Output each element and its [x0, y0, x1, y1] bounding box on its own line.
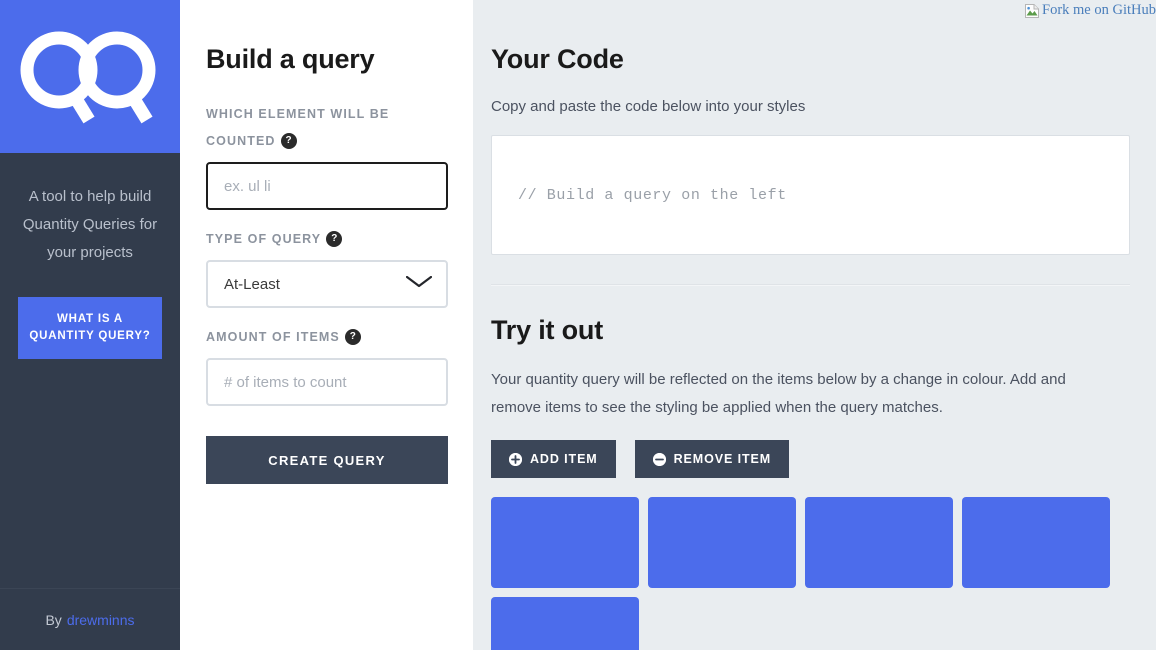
sidebar-footer: By drewminns	[0, 588, 180, 650]
code-output-text: // Build a query on the left	[518, 186, 787, 204]
output-panel: Fork me on GitHub Your Code Copy and pas…	[473, 0, 1156, 650]
your-code-heading: Your Code	[491, 44, 624, 74]
qq-magnifier-logo-icon	[20, 30, 160, 124]
field-query-type: TYPE OF QUERY? At-Least	[206, 226, 448, 308]
try-it-out-heading: Try it out	[491, 315, 603, 345]
item-actions: ADD ITEM REMOVE ITEM	[491, 440, 1130, 478]
page-title: Build a query	[206, 44, 375, 74]
demo-item	[962, 497, 1110, 588]
query-builder-panel: Build a query WHICH ELEMENT WILL BE COUN…	[180, 0, 473, 650]
query-type-selected-value: At-Least	[224, 275, 280, 293]
label-type-of-query: TYPE OF QUERY?	[206, 226, 447, 253]
try-it-out-description: Your quantity query will be reflected on…	[491, 371, 1066, 416]
field-amount: AMOUNT OF ITEMS?	[206, 324, 448, 406]
element-selector-input[interactable]	[206, 162, 448, 210]
query-type-select-wrap: At-Least	[206, 260, 448, 308]
remove-item-label: REMOVE ITEM	[673, 452, 772, 466]
section-divider	[491, 284, 1130, 286]
logo-block	[0, 0, 180, 153]
label-amount-of-items-text: AMOUNT OF ITEMS	[206, 330, 340, 344]
help-icon-query-type[interactable]: ?	[326, 230, 343, 247]
label-which-element-text: WHICH ELEMENT WILL BE COUNTED	[206, 107, 390, 148]
plus-circle-icon	[509, 452, 522, 466]
demo-items-grid	[491, 497, 1113, 650]
fork-me-alt-text: Fork me on GitHub	[1042, 2, 1156, 18]
fork-me-on-github-link[interactable]: Fork me on GitHub	[1024, 2, 1156, 19]
label-amount-of-items: AMOUNT OF ITEMS?	[206, 324, 447, 351]
your-code-subtitle: Copy and paste the code below into your …	[491, 98, 806, 115]
add-item-button[interactable]: ADD ITEM	[491, 440, 616, 478]
create-query-button[interactable]: CREATE QUERY	[206, 436, 448, 484]
what-is-a-quantity-query-button[interactable]: WHAT IS A QUANTITY QUERY?	[18, 297, 162, 359]
remove-item-button[interactable]: REMOVE ITEM	[634, 440, 790, 478]
sidebar: A tool to help build Quantity Queries fo…	[0, 0, 180, 650]
amount-of-items-input[interactable]	[206, 358, 448, 406]
add-item-label: ADD ITEM	[530, 452, 598, 466]
footer-author-link[interactable]: drewminns	[67, 612, 135, 628]
field-element: WHICH ELEMENT WILL BE COUNTED?	[206, 101, 448, 210]
minus-circle-icon	[652, 452, 666, 466]
app-root: A tool to help build Quantity Queries fo…	[0, 0, 1156, 650]
demo-item	[491, 597, 639, 650]
label-type-of-query-text: TYPE OF QUERY	[206, 232, 322, 246]
demo-item	[491, 497, 639, 588]
broken-image-icon	[1024, 3, 1040, 19]
sidebar-tagline: A tool to help build Quantity Queries fo…	[22, 188, 158, 261]
help-icon-element[interactable]: ?	[280, 132, 297, 149]
footer-prefix: By	[45, 611, 62, 628]
code-output-box[interactable]: // Build a query on the left	[491, 135, 1130, 255]
demo-item	[805, 497, 953, 588]
sidebar-body: A tool to help build Quantity Queries fo…	[0, 153, 180, 588]
query-type-select[interactable]: At-Least	[206, 260, 448, 308]
label-which-element: WHICH ELEMENT WILL BE COUNTED?	[206, 101, 447, 155]
help-icon-amount[interactable]: ?	[344, 328, 361, 345]
demo-item	[648, 497, 796, 588]
